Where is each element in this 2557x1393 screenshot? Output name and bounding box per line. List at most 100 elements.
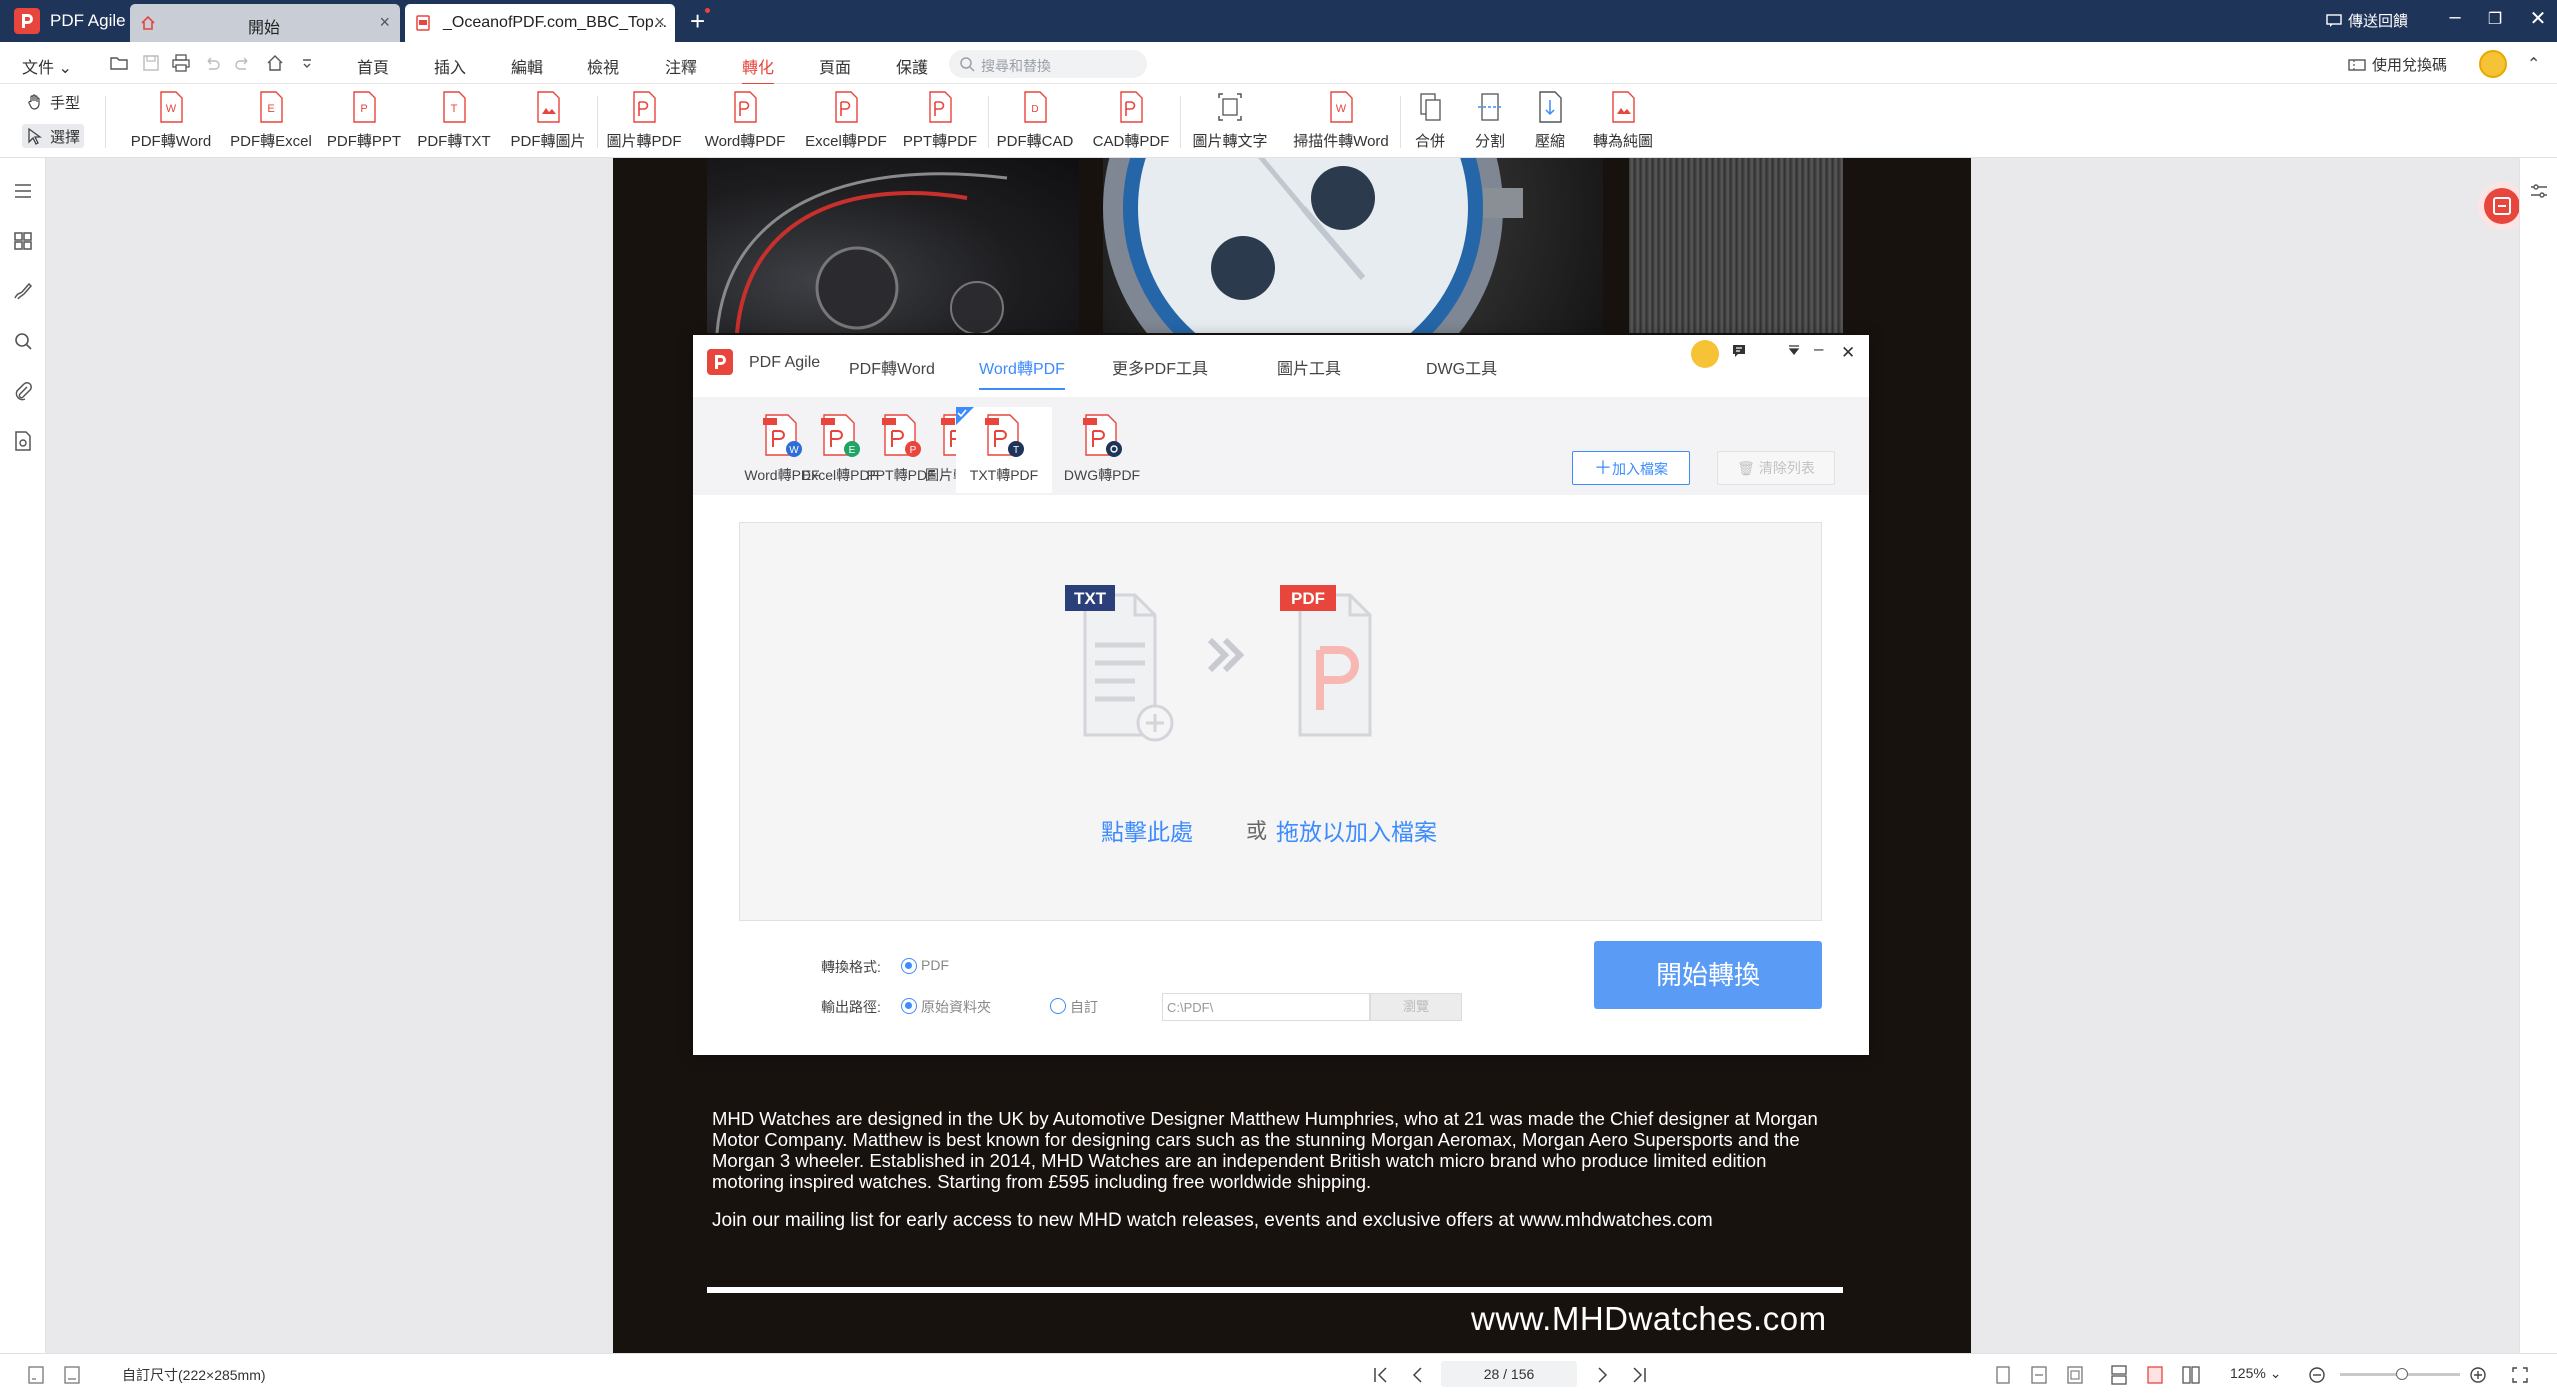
dwg-to-pdf-tool[interactable]: DWG轉PDF — [1059, 407, 1145, 493]
search-icon[interactable] — [12, 330, 34, 352]
fit-page-icon[interactable] — [2065, 1365, 2085, 1385]
split-button[interactable]: 分割 — [1468, 90, 1512, 154]
pdf-to-word-button[interactable]: W PDF轉Word — [123, 90, 219, 154]
menu-page[interactable]: 頁面 — [819, 54, 851, 78]
file-menu[interactable]: 文件 ⌄ — [22, 54, 72, 78]
menu-home[interactable]: 首頁 — [357, 54, 389, 78]
close-icon[interactable]: × — [379, 12, 390, 33]
scan-to-word-button[interactable]: W 掃描件轉Word — [1286, 90, 1396, 154]
undo-icon[interactable] — [203, 54, 221, 72]
redeem-code-button[interactable]: 使用兌換碼 — [2348, 54, 2447, 75]
menu-protect[interactable]: 保護 — [896, 54, 928, 78]
zoom-level-dropdown[interactable]: 125% ⌄ — [2230, 1365, 2281, 1382]
minimize-button[interactable]: – — [1814, 339, 1823, 359]
redo-icon[interactable] — [234, 54, 252, 72]
previous-page-icon[interactable] — [1408, 1365, 1428, 1385]
user-avatar[interactable] — [1691, 340, 1719, 368]
tab-home[interactable]: 開始 × — [130, 4, 400, 42]
page-number-input[interactable]: 28 / 156 — [1441, 1361, 1577, 1387]
restore-button[interactable]: ❐ — [2480, 9, 2510, 29]
save-icon[interactable] — [142, 54, 160, 72]
notification-dot — [705, 8, 710, 13]
single-page-view-icon[interactable] — [1993, 1365, 2013, 1385]
open-folder-icon[interactable] — [110, 54, 128, 72]
pdf-to-txt-button[interactable]: T PDF轉TXT — [411, 90, 497, 154]
chevron-up-icon[interactable]: ⌃ — [2527, 54, 2540, 74]
tab-document[interactable]: _OceanofPDF.com_BBC_Top... × — [405, 4, 675, 42]
file-drop-zone[interactable]: TXT PDF 點擊此處 或 拖放以加入檔案 — [739, 522, 1822, 921]
select-mode-button[interactable]: 選擇 — [22, 124, 85, 148]
settings-sliders-icon[interactable] — [2528, 180, 2550, 202]
format-pdf-radio[interactable] — [901, 958, 917, 974]
minimize-button[interactable]: – — [2440, 6, 2470, 29]
first-page-icon[interactable] — [1371, 1365, 1391, 1385]
click-here-link[interactable]: 點擊此處 — [1101, 813, 1193, 847]
page-info-icon[interactable] — [62, 1365, 82, 1385]
fit-width-icon[interactable] — [2029, 1365, 2049, 1385]
output-path-input[interactable]: C:\PDF\ — [1162, 993, 1370, 1021]
fullscreen-icon[interactable] — [2510, 1365, 2530, 1385]
close-dialog-button[interactable]: ✕ — [1841, 343, 1855, 363]
flatten-to-image-button[interactable]: 轉為純圖 — [1588, 90, 1658, 154]
pdf-to-excel-icon: E — [256, 90, 286, 124]
next-page-icon[interactable] — [1592, 1365, 1612, 1385]
continuous-view-icon[interactable] — [2109, 1365, 2129, 1385]
menu-view[interactable]: 檢視 — [587, 54, 619, 78]
output-original-radio[interactable] — [901, 998, 917, 1014]
dropdown-menu-icon[interactable] — [1787, 343, 1801, 357]
cad-to-pdf-button[interactable]: CAD轉PDF — [1086, 90, 1176, 154]
feedback-button[interactable]: 傳送回饋 — [2326, 10, 2408, 31]
menu-convert[interactable]: 轉化 — [742, 54, 775, 86]
menu-comment[interactable]: 注釋 — [665, 54, 697, 78]
excel-to-pdf-button[interactable]: Excel轉PDF — [801, 90, 891, 154]
pdf-to-image-button[interactable]: PDF轉圖片 — [503, 90, 593, 154]
add-file-button[interactable]: ＋加入檔案 — [1572, 451, 1690, 485]
dialog-tab-dwg-tools[interactable]: DWG工具 — [1426, 355, 1497, 379]
search-icon — [959, 56, 979, 76]
menu-insert[interactable]: 插入 — [434, 54, 466, 78]
menu-list-icon[interactable] — [12, 180, 34, 202]
search-input[interactable]: 搜尋和替換 — [949, 50, 1147, 78]
close-icon[interactable]: × — [654, 12, 665, 33]
signature-icon[interactable] — [12, 280, 34, 302]
zoom-slider-handle[interactable] — [2396, 1368, 2408, 1380]
print-icon[interactable] — [172, 54, 190, 72]
pdf-to-ppt-button[interactable]: P PDF轉PPT — [321, 90, 407, 154]
compress-button[interactable]: 壓縮 — [1528, 90, 1572, 154]
single-continuous-view-icon[interactable] — [2145, 1365, 2165, 1385]
dialog-tab-pdf-to-word[interactable]: PDF轉Word — [849, 355, 935, 379]
hand-mode-button[interactable]: 手型 — [22, 90, 84, 114]
zoom-slider[interactable] — [2340, 1368, 2460, 1380]
thumbnails-icon[interactable] — [12, 230, 34, 252]
merge-button[interactable]: 合併 — [1408, 90, 1452, 154]
image-to-pdf-button[interactable]: 圖片轉PDF — [601, 90, 687, 154]
output-custom-radio[interactable] — [1050, 998, 1066, 1014]
zoom-out-icon[interactable] — [2307, 1365, 2327, 1385]
user-avatar[interactable] — [2479, 50, 2507, 78]
word-to-pdf-button[interactable]: Word轉PDF — [700, 90, 790, 154]
menu-edit[interactable]: 編輯 — [511, 54, 543, 78]
dialog-tab-word-to-pdf[interactable]: Word轉PDF — [979, 355, 1065, 390]
dialog-tab-image-tools[interactable]: 圖片工具 — [1277, 355, 1341, 379]
pdf-to-excel-button[interactable]: E PDF轉Excel — [223, 90, 319, 154]
browse-button[interactable]: 瀏覽 — [1370, 993, 1462, 1021]
split-icon — [1475, 90, 1505, 124]
last-page-icon[interactable] — [1629, 1365, 1649, 1385]
new-tab-button[interactable]: + — [690, 6, 710, 37]
customize-toolbar-icon[interactable] — [298, 54, 316, 72]
ppt-to-pdf-button[interactable]: PPT轉PDF — [896, 90, 984, 154]
document-properties-icon[interactable] — [12, 430, 34, 452]
txt-to-pdf-tool[interactable]: T TXT轉PDF — [956, 407, 1052, 493]
image-to-text-button[interactable]: 圖片轉文字 — [1186, 90, 1274, 154]
close-window-button[interactable]: ✕ — [2523, 6, 2553, 31]
start-convert-button[interactable]: 開始轉換 — [1594, 941, 1822, 1009]
message-icon[interactable] — [1731, 343, 1747, 359]
page-thumbnail-icon[interactable] — [26, 1365, 46, 1385]
pdf-to-cad-button[interactable]: D PDF轉CAD — [992, 90, 1078, 154]
home-icon[interactable] — [266, 54, 284, 72]
clear-list-button[interactable]: 🗑 清除列表 — [1717, 451, 1835, 485]
dialog-tab-more-pdf-tools[interactable]: 更多PDF工具 — [1112, 355, 1208, 379]
attachment-icon[interactable] — [12, 380, 34, 402]
zoom-in-icon[interactable] — [2468, 1365, 2488, 1385]
two-page-view-icon[interactable] — [2181, 1365, 2201, 1385]
